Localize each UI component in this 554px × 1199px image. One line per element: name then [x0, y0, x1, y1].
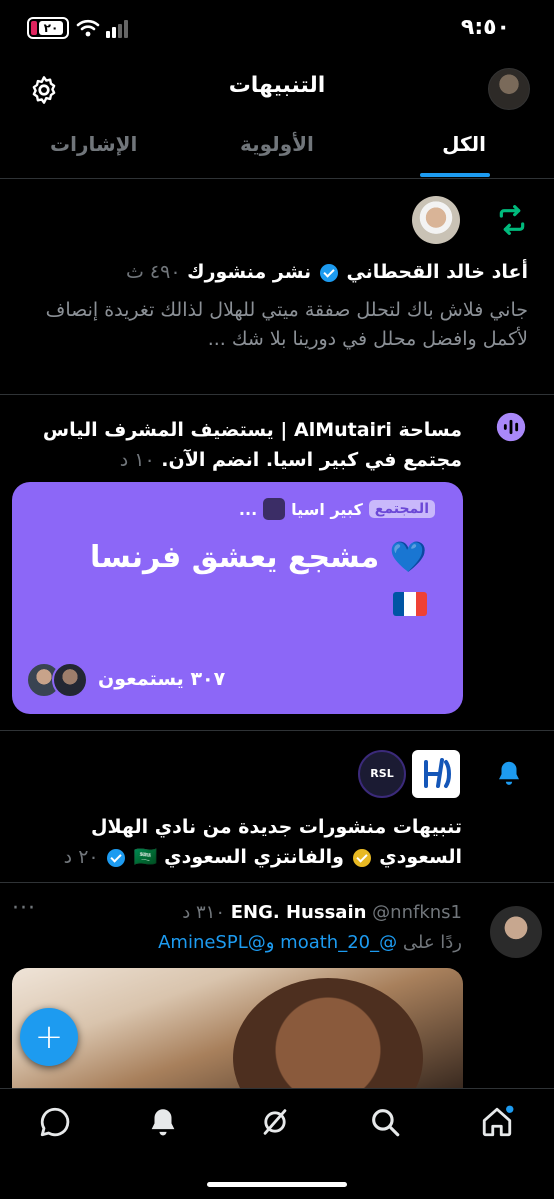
space-host-avatar — [263, 498, 286, 520]
reply-prefix: ردًا على — [402, 932, 462, 953]
author-handle: @nnfkns1 — [372, 902, 462, 923]
retweet-icon — [499, 205, 525, 235]
home-indicator — [207, 1182, 347, 1187]
page-title: التنبيهات — [228, 73, 326, 98]
listener-count: ٣٠٧ يستمعون — [98, 668, 226, 690]
tweet-time: ٣١٠ د — [182, 902, 226, 923]
tweet-media[interactable] — [12, 968, 463, 1088]
club-name: السعودي — [379, 846, 462, 868]
tweet-header[interactable]: ENG. Hussain @nnfkns1 ٣١٠ د — [42, 900, 462, 926]
tab-all[interactable]: الكل — [442, 132, 486, 156]
notification-space-text[interactable]: مساحة AlMutairi | يستضيف المشرف الياس مج… — [12, 415, 462, 475]
wifi-icon — [76, 19, 100, 37]
space-description: مساحة AlMutairi | يستضيف المشرف الياس مج… — [42, 419, 462, 471]
community-badge: المجتمع — [368, 500, 435, 518]
rsl-label: RSL — [370, 767, 394, 780]
notification-retweet-body[interactable]: جاني فلاش باك لتحلل صفقة ميتي للهلال لذا… — [28, 296, 528, 354]
bell-icon — [499, 761, 519, 785]
compose-button[interactable]: + — [20, 1008, 78, 1066]
space-host: ... كبير اسيا المجتمع — [239, 498, 435, 520]
space-more: ... — [238, 499, 258, 519]
active-tab-indicator — [420, 173, 490, 177]
spaces-icon — [496, 412, 526, 442]
status-time: ٩:٥٠ — [460, 15, 510, 40]
notification-alerts-text[interactable]: تنبيهات منشورات جديدة من نادي الهلال الس… — [12, 812, 462, 872]
author-name: ENG. Hussain — [230, 902, 367, 923]
rsl-fantasy-logo[interactable]: RSL — [358, 750, 406, 798]
conjunction: و — [265, 932, 275, 953]
alhilal-logo[interactable] — [412, 750, 460, 798]
space-card[interactable]: ... كبير اسيا المجتمع مشجع يعشق فرنسا 💙 … — [12, 482, 463, 714]
plus-icon: + — [34, 1017, 64, 1057]
retweeter-text: أعاد خالد القحطاني — [346, 261, 528, 283]
divider — [0, 882, 554, 883]
signal-icon — [106, 20, 128, 38]
battery-level: ٢٠ — [39, 21, 63, 35]
listener-avatar — [52, 662, 88, 698]
home-icon[interactable] — [480, 1105, 514, 1139]
alerts-line: تنبيهات منشورات جديدة من نادي الهلال — [91, 816, 462, 838]
status-bar: ٩:٥٠ ٢٠ — [0, 0, 554, 60]
bottom-nav — [0, 1088, 554, 1158]
divider — [0, 178, 554, 179]
alhilal-logo-mark — [424, 758, 451, 788]
reply-context: ردًا على @_moath_20 و@AmineSPL — [42, 930, 462, 956]
notification-time: ١٠ د — [119, 449, 155, 471]
more-options-icon[interactable]: ··· — [12, 896, 36, 921]
mention-link[interactable]: @_moath_20 — [280, 932, 397, 953]
media-photo — [233, 978, 423, 1088]
mention-link[interactable]: @AmineSPL — [158, 932, 266, 953]
messages-icon[interactable] — [38, 1105, 72, 1139]
space-host-name: كبير اسيا — [291, 499, 363, 519]
avatar[interactable] — [490, 906, 542, 958]
search-icon[interactable] — [368, 1105, 402, 1139]
communities-icon[interactable] — [258, 1105, 292, 1139]
saudi-flag-icon: 🇸🇦 — [133, 846, 158, 868]
notification-time: ٢٠ د — [63, 846, 99, 868]
notification-retweet-header[interactable]: أعاد خالد القحطاني نشر منشورك ٤٩٠ ث — [28, 258, 528, 286]
action-text: نشر منشورك — [187, 261, 312, 283]
verified-badge-icon — [107, 848, 126, 867]
france-flag-icon — [393, 592, 427, 616]
and-fantasy: والفانتزي السعودي — [164, 846, 344, 868]
tab-priority[interactable]: الأولوية — [240, 132, 314, 156]
battery-icon: ٢٠ — [27, 17, 69, 39]
divider — [0, 730, 554, 731]
notifications-icon[interactable] — [146, 1105, 180, 1139]
space-title: مشجع يعشق فرنسا 💙 — [89, 540, 427, 575]
verified-badge-icon — [319, 263, 338, 282]
verified-gold-badge-icon — [352, 848, 371, 867]
notification-time: ٤٩٠ ث — [125, 261, 181, 283]
tab-mentions[interactable]: الإشارات — [50, 132, 137, 156]
divider — [0, 394, 554, 395]
gear-icon[interactable] — [28, 74, 60, 106]
avatar[interactable] — [412, 196, 460, 244]
